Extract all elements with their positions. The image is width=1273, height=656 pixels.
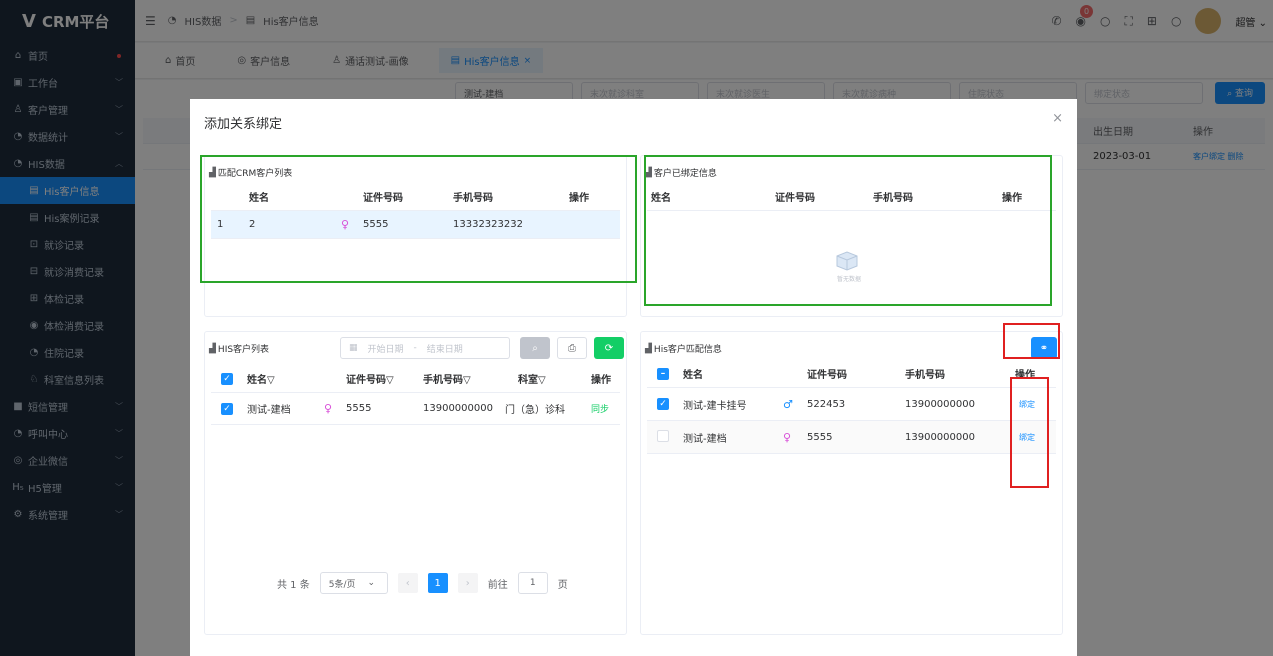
checkbox: ✓ (221, 402, 233, 415)
col-phone: 手机号码 (423, 375, 463, 386)
col-name: 姓名 (683, 370, 703, 381)
row-phone: 13900000000 (905, 431, 975, 443)
table-header: – 姓名 证件号码 手机号码 操作 (647, 360, 1056, 388)
date-range-picker[interactable]: ▦ 开始日期 - 结束日期 (340, 337, 510, 359)
row-checkbox[interactable]: ✓ (657, 398, 669, 410)
col-dept-wrap[interactable]: 科室▽ (518, 371, 546, 386)
search-button[interactable]: ⌕ (520, 337, 550, 359)
highlight-crm-list (200, 155, 637, 283)
page-suffix: 页 (557, 579, 568, 591)
col-id: 证件号码 (346, 375, 386, 386)
female-icon: ♀ (783, 430, 792, 444)
sync-button[interactable]: ⟳ (594, 337, 624, 359)
goto-label: 前往 (487, 579, 508, 591)
highlight-bound-info (644, 155, 1052, 306)
row-dept: 门（急）诊科 (505, 405, 565, 416)
highlight-bind-column (1010, 377, 1049, 488)
prev-page-button[interactable]: ‹ (397, 573, 418, 593)
bar-chart-icon: ▟ (645, 343, 652, 354)
next-page-button[interactable]: › (457, 573, 478, 593)
col-phone-wrap[interactable]: 手机号码▽ (423, 371, 471, 386)
col-name: 姓名 (247, 375, 267, 386)
bind-relation-dialog: 添加关系绑定 × Admin Admin Admin Admin Admin A… (190, 99, 1077, 656)
row-name: 测试-建卡挂号 (683, 400, 747, 412)
his-match-table: – 姓名 证件号码 手机号码 操作 ✓ 测试-建卡挂号 ♂ 522453 139… (647, 360, 1056, 454)
col-id: 证件号码 (807, 370, 847, 381)
col-id-wrap[interactable]: 证件号码▽ (346, 371, 394, 386)
checkbox: ✓ (657, 398, 669, 410)
col-dept: 科室 (518, 375, 538, 386)
filter-icon: ▽ (386, 375, 394, 386)
select-all-checkbox[interactable]: ✓ (221, 372, 233, 385)
chevron-down-icon: ⌄ (367, 578, 376, 588)
filter-icon: ▽ (463, 375, 471, 386)
date-separator: - (413, 343, 417, 353)
his-match-title: His客户匹配信息 (653, 345, 722, 355)
male-icon: ♂ (783, 397, 793, 411)
checkbox (657, 429, 669, 442)
page-size-select[interactable]: 5条/页 ⌄ (319, 572, 388, 594)
sync-link[interactable]: 同步 (591, 402, 609, 415)
table-row: 测试-建档 ♀ 5555 13900000000 绑定 (647, 421, 1056, 454)
female-icon: ♀ (324, 402, 333, 415)
total-count: 共 1 条 (277, 579, 310, 591)
col-phone: 手机号码 (905, 370, 945, 381)
row-phone: 13900000000 (905, 398, 975, 410)
calendar-icon: ▦ (349, 343, 358, 353)
col-ops: 操作 (591, 375, 611, 386)
start-date-placeholder: 开始日期 (367, 344, 404, 355)
row-name: 测试-建档 (247, 405, 291, 416)
pagination: 共 1 条 5条/页 ⌄ ‹ 1 › 前往 1 页 (277, 572, 568, 594)
table-header: ✓ 姓名▽ 证件号码▽ 手机号码▽ 科室▽ 操作 (211, 365, 620, 393)
row-name: 测试-建档 (683, 433, 727, 445)
page-size-value: 5条/页 (328, 579, 356, 590)
col-name-wrap[interactable]: 姓名▽ (247, 371, 275, 386)
his-list-title-wrap: ▟ HIS客户列表 (209, 342, 270, 356)
dialog-title: 添加关系绑定 (204, 117, 283, 132)
select-all-checkbox[interactable]: – (657, 367, 669, 380)
his-list-table: ✓ 姓名▽ 证件号码▽ 手机号码▽ 科室▽ 操作 ✓ 测试-建档 ♀ 5555 … (211, 365, 620, 425)
his-match-title-wrap: ▟ His客户匹配信息 (645, 342, 722, 356)
checkbox: ✓ (221, 372, 233, 385)
row-phone: 13900000000 (423, 403, 493, 414)
checkbox-indeterminate: – (657, 367, 669, 380)
his-list-title: HIS客户列表 (217, 345, 270, 355)
table-row: ✓ 测试-建卡挂号 ♂ 522453 13900000000 绑定 (647, 388, 1056, 421)
highlight-link-button (1003, 323, 1060, 359)
filter-icon: ▽ (538, 375, 546, 386)
close-icon[interactable]: × (1052, 111, 1063, 126)
row-checkbox[interactable]: ✓ (221, 402, 233, 415)
table-row: ✓ 测试-建档 ♀ 5555 13900000000 门（急）诊科 同步 (211, 393, 620, 425)
print-button[interactable]: ⎙ (557, 337, 587, 359)
filter-icon: ▽ (267, 375, 275, 386)
bar-chart-icon: ▟ (209, 343, 216, 354)
row-id: 522453 (807, 398, 846, 410)
row-id: 5555 (807, 431, 833, 443)
his-list-panel: ▟ HIS客户列表 ▦ 开始日期 - 结束日期 ⌕ ⎙ ⟳ ✓ 姓名▽ 证件号码… (204, 331, 627, 635)
his-match-panel: ▟ His客户匹配信息 ⚭ – 姓名 证件号码 手机号码 操作 ✓ 测试-建卡挂… (640, 331, 1063, 635)
goto-page-input[interactable]: 1 (517, 572, 548, 594)
end-date-placeholder: 结束日期 (426, 344, 463, 355)
current-page[interactable]: 1 (427, 573, 448, 593)
row-id: 5555 (346, 403, 372, 414)
row-checkbox[interactable] (657, 429, 669, 445)
